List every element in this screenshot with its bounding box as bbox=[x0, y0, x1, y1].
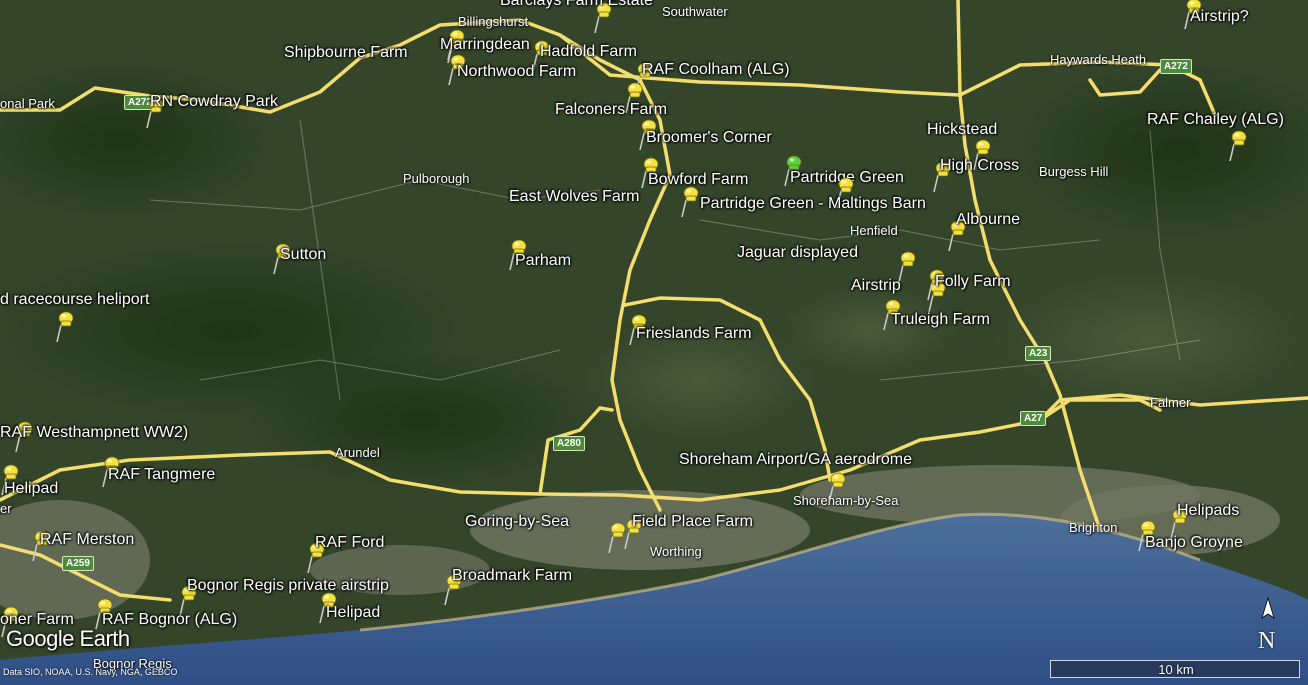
town-label: onal Park bbox=[0, 96, 55, 111]
town-label: Pulborough bbox=[403, 171, 470, 186]
placemark-label[interactable]: Hickstead bbox=[927, 121, 997, 139]
placemark-label[interactable]: Parham bbox=[515, 252, 571, 270]
placemark-label[interactable]: Bognor Regis private airstrip bbox=[187, 577, 389, 595]
town-label: Billingshurst bbox=[458, 14, 529, 29]
placemark-label[interactable]: RAF Chailey (ALG) bbox=[1147, 111, 1284, 129]
town-label: Henfield bbox=[850, 223, 898, 238]
placemark-label[interactable]: Broadmark Farm bbox=[452, 567, 572, 585]
placemark-label[interactable]: Hadfold Farm bbox=[540, 43, 637, 61]
placemark-pin-icon[interactable] bbox=[680, 184, 702, 218]
placemark-label[interactable]: Goring-by-Sea bbox=[465, 513, 569, 531]
scale-bar: 10 km bbox=[1050, 660, 1300, 678]
placemark-label[interactable]: Folly Farm bbox=[935, 273, 1011, 291]
road-shield: A23 bbox=[1025, 346, 1052, 361]
road-shield: A280 bbox=[553, 436, 585, 451]
placemark-label[interactable]: East Wolves Farm bbox=[509, 188, 639, 206]
placemark-label[interactable]: Northwood Farm bbox=[457, 63, 576, 81]
town-label: Brighton bbox=[1069, 520, 1118, 535]
road-shield: A272 bbox=[1160, 59, 1192, 74]
placemark-label[interactable]: RAF Ford bbox=[315, 534, 384, 552]
road-shield: A27 bbox=[1020, 411, 1047, 426]
placemark-label[interactable]: Frieslands Farm bbox=[636, 325, 752, 343]
map-view[interactable]: A272 A272 A23 A27 A280 A259 Billingshurs… bbox=[0, 0, 1308, 685]
google-earth-logo: Google Earth bbox=[6, 626, 130, 651]
placemark-label[interactable]: Helipads bbox=[1177, 502, 1239, 520]
placemark-label[interactable]: High Cross bbox=[940, 157, 1019, 175]
town-label: Worthing bbox=[650, 544, 702, 559]
placemark-label[interactable]: Sutton bbox=[280, 246, 326, 264]
placemark-label[interactable]: RN Cowdray Park bbox=[150, 93, 278, 111]
placemark-label[interactable]: Field Place Farm bbox=[632, 513, 753, 531]
placemark-label[interactable]: d racecourse heliport bbox=[0, 291, 149, 309]
placemark-label[interactable]: RAF Merston bbox=[40, 531, 134, 549]
placemark-label[interactable]: Broomer's Corner bbox=[646, 129, 772, 147]
town-label: Southwater bbox=[662, 4, 728, 19]
placemark-label[interactable]: RAF Westhampnett WW2) bbox=[0, 424, 188, 442]
placemark-label[interactable]: Airstrip bbox=[851, 277, 901, 295]
placemark-label[interactable]: Shipbourne Farm bbox=[284, 44, 408, 62]
placemark-label[interactable]: Jaguar displayed bbox=[737, 244, 858, 262]
placemark-label[interactable]: Helipad bbox=[4, 480, 58, 498]
placemark-label[interactable]: Albourne bbox=[956, 211, 1020, 229]
placemark-label[interactable]: Truleigh Farm bbox=[891, 311, 990, 329]
north-label: N bbox=[1258, 628, 1276, 654]
placemark-pin-icon[interactable] bbox=[827, 470, 849, 504]
placemark-pin-icon[interactable] bbox=[55, 309, 77, 343]
town-label: Haywards Heath bbox=[1050, 52, 1147, 67]
town-label: Arundel bbox=[335, 445, 380, 460]
road-shield: A259 bbox=[62, 556, 94, 571]
placemark-label[interactable]: RAF Tangmere bbox=[108, 466, 215, 484]
placemark-label[interactable]: RAF Coolham (ALG) bbox=[642, 61, 790, 79]
placemark-label[interactable]: Barclays Farm Estate bbox=[500, 0, 653, 10]
placemark-label[interactable]: Airstrip? bbox=[1190, 8, 1249, 26]
scale-label: 10 km bbox=[1158, 662, 1194, 677]
data-attribution: Data SIO, NOAA, U.S. Navy, NGA, GEBCO bbox=[3, 667, 178, 677]
town-label: er bbox=[0, 501, 12, 516]
placemark-pin-icon[interactable] bbox=[1228, 128, 1250, 162]
placemark-label[interactable]: Helipad bbox=[326, 604, 380, 622]
placemark-label[interactable]: Shoreham Airport/GA aerodrome bbox=[679, 451, 912, 469]
placemark-label[interactable]: Partridge Green - Maltings Barn bbox=[700, 195, 926, 213]
town-label: Burgess Hill bbox=[1039, 164, 1109, 179]
placemark-label[interactable]: Banjo Groyne bbox=[1145, 534, 1243, 552]
town-label: Falmer bbox=[1150, 395, 1191, 410]
